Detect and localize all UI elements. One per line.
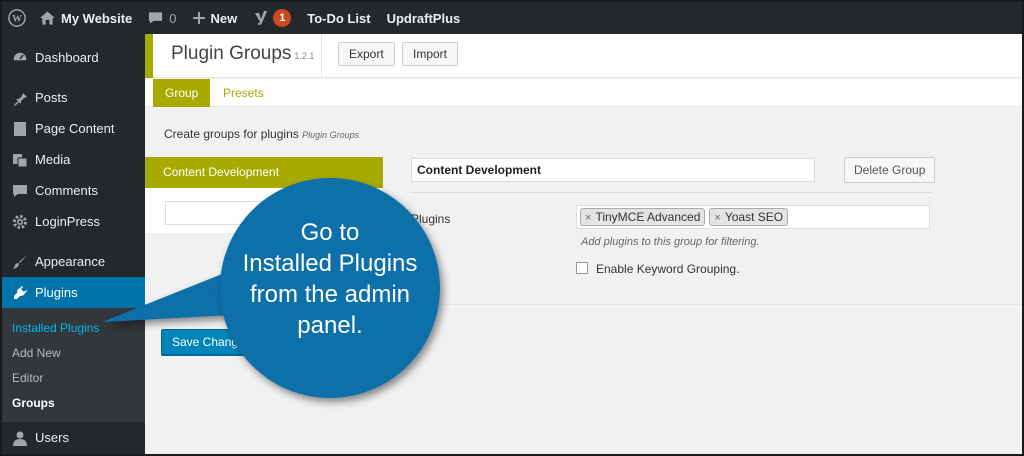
callout-bubble — [102, 178, 440, 398]
callout-text: Go to Installed Plugins from the admin p… — [242, 219, 418, 339]
window-frame: W My Website 0 New 1 To-Do List UpdraftP… — [0, 0, 1024, 456]
